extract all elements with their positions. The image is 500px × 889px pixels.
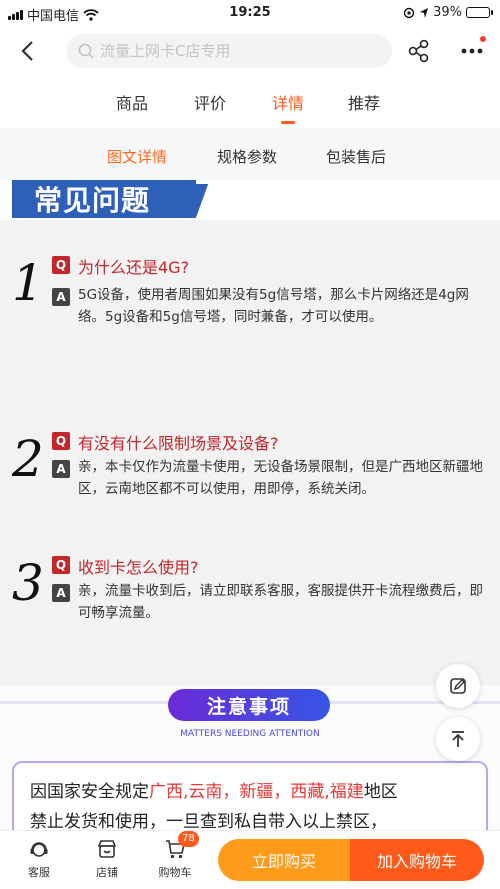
tab-recommend[interactable]: 推荐 <box>348 90 380 114</box>
location-icon <box>420 7 429 18</box>
add-to-cart-button[interactable]: 加入购物车 <box>350 839 484 881</box>
notice-box: 因国家安全规定广西,云南，新疆，西藏,福建地区 禁止发货和使用，一旦查到私自带入… <box>12 761 488 830</box>
battery-percent: 39% <box>433 5 462 20</box>
share-icon <box>408 39 429 63</box>
answer-badge: A <box>52 584 70 602</box>
notice-subtitle: MATTERS NEEDING ATTENTION <box>180 729 320 739</box>
notice-regions: 广西,云南，新疆，西藏,福建 <box>149 782 364 802</box>
answer-badge: A <box>52 460 70 478</box>
headset-icon <box>27 837 51 861</box>
store-label: 店铺 <box>96 866 118 879</box>
tab-details[interactable]: 详情 <box>272 90 304 114</box>
battery-icon <box>466 7 493 18</box>
share-button[interactable] <box>406 38 432 64</box>
notice-section: 注意事项 MATTERS NEEDING ATTENTION 因国家安全规定广西… <box>0 685 500 830</box>
more-icon <box>461 48 483 54</box>
orientation-lock-icon <box>403 7 415 18</box>
question-badge: Q <box>52 256 70 274</box>
detail-content: 常见问题 1 Q 为什么还是4G? A 5G设备，使用者周围如果没有5g信号塔，… <box>0 180 500 830</box>
subtab-after-sales[interactable]: 包装售后 <box>326 146 386 167</box>
notice-text: 因国家安全规定 <box>30 782 149 802</box>
store-icon <box>95 837 119 861</box>
sub-tabs: 图文详情 规格参数 包装售后 <box>0 128 500 180</box>
chevron-left-icon <box>21 41 33 61</box>
customer-service-button[interactable]: 客服 <box>14 837 64 880</box>
notice-text: 禁止发货和使用，一旦查到私自带入以上禁区， <box>30 812 387 830</box>
faq-number: 1 <box>12 254 44 312</box>
back-button[interactable] <box>12 36 42 66</box>
status-bar: 中国电信 19:25 39% <box>0 0 500 26</box>
back-to-top-button[interactable] <box>436 717 480 761</box>
cart-count-badge: 78 <box>178 831 199 847</box>
cart-label: 购物车 <box>158 866 192 879</box>
question-badge: Q <box>52 556 70 574</box>
main-tabs: 商品 评价 详情 推荐 <box>0 76 500 128</box>
faq-title: 常见问题 <box>12 180 196 218</box>
store-button[interactable]: 店铺 <box>82 837 132 880</box>
nav-bar <box>0 26 500 76</box>
faq-question: 有没有什么限制场景及设备? <box>78 434 279 453</box>
faq-number: 3 <box>12 554 44 612</box>
notice-title: 注意事项 <box>168 689 330 721</box>
faq-number: 2 <box>12 430 44 488</box>
search-input[interactable] <box>100 42 370 60</box>
status-right: 39% <box>403 5 493 20</box>
buy-now-button[interactable]: 立即购买 <box>218 839 350 881</box>
subtab-graphic-details[interactable]: 图文详情 <box>107 146 167 167</box>
cart-button[interactable]: 78 购物车 <box>150 831 200 880</box>
faq-answer: 亲，本卡仅作为流量卡使用，无设备场景限制，但是广西地区新疆地区，云南地区都不可以… <box>78 459 483 497</box>
faq-answer: 亲，流量卡收到后，请立即联系客服，客服提供开卡流程缴费后，即可畅享流量。 <box>78 583 483 621</box>
customer-service-label: 客服 <box>28 866 50 879</box>
edit-button[interactable] <box>436 664 480 708</box>
notice-text: 地区 <box>363 782 398 802</box>
edit-icon <box>450 678 466 694</box>
more-button[interactable] <box>456 36 488 66</box>
search-box[interactable] <box>66 34 392 68</box>
tab-reviews[interactable]: 评价 <box>194 90 226 114</box>
tab-goods[interactable]: 商品 <box>116 90 148 114</box>
bottom-bar: 客服 店铺 78 购物车 立即购买 加入购物车 <box>0 830 500 889</box>
faq-answer: 5G设备，使用者周围如果没有5g信号塔，那么卡片网络还是4g网络。5g设备和5g… <box>78 287 469 325</box>
back-to-top-icon <box>452 731 464 747</box>
subtab-specs[interactable]: 规格参数 <box>217 146 277 167</box>
answer-badge: A <box>52 288 70 306</box>
notification-dot <box>480 36 486 42</box>
search-icon <box>78 43 94 59</box>
faq-question: 为什么还是4G? <box>78 258 190 277</box>
question-badge: Q <box>52 432 70 450</box>
faq-question: 收到卡怎么使用? <box>78 558 199 577</box>
faq-banner: 常见问题 <box>0 180 500 220</box>
